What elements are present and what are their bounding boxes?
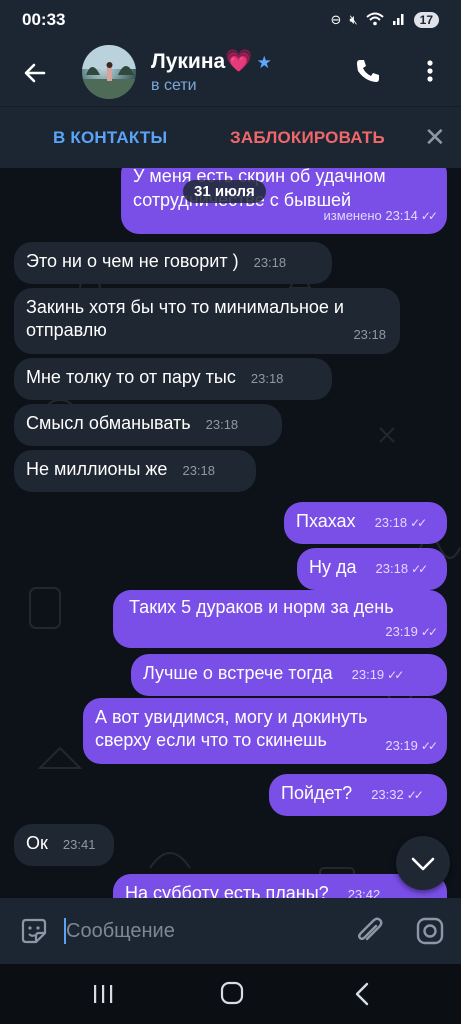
read-checks-icon: ✓✓ [420,209,438,223]
message-time: 23:18 [374,515,408,530]
attach-button[interactable] [352,914,386,948]
heart-emoji: 💗 [225,48,253,73]
contact-name-text: Лукина [151,50,226,73]
message-text: Закинь хотя бы что то минимальное и отпр… [26,297,344,340]
message-meta: 23:19 ✓✓ [385,733,438,758]
battery-indicator: 17 [413,12,439,28]
message-bubble-incoming[interactable]: Закинь хотя бы что то минимальное и отпр… [14,288,400,354]
signal-icon [392,12,406,29]
call-button[interactable] [352,55,384,87]
status-icons: ⊖ 🔇︎ 17 [331,12,439,29]
message-text: Не миллионы же [26,459,168,479]
back-button[interactable] [20,58,50,88]
message-time: 23:19 [351,667,385,682]
close-icon[interactable]: ✕ [424,124,446,150]
message-composer [0,898,461,964]
date-separator: 31 июля [183,180,266,203]
dnd-icon: ⊖ [330,12,342,27]
message-bubble-outgoing[interactable]: Пхахах 23:18 ✓✓ [284,502,447,544]
message-time: 23:18 [182,463,216,478]
recent-apps-button[interactable] [90,982,116,1006]
premium-star-icon: ★ [256,53,272,72]
message-text: Таких 5 дураков и норм за день [129,597,394,617]
read-checks-icon: ✓✓ [420,625,438,639]
message-time: 23:18 [253,255,287,270]
chat-message-list[interactable]: У меня есть скрин об удачном сотрудничес… [0,168,461,898]
message-time: 23:41 [62,837,96,852]
message-time: 23:42 [347,887,381,898]
avatar-image [82,45,136,99]
home-icon [220,981,244,1005]
phone-icon [357,60,379,82]
chevron-down-icon [411,857,435,871]
contact-status: в сети [151,77,197,94]
message-text: А вот увидимся, могу и докинуть сверху е… [95,707,368,750]
message-text: Пойдет? [281,783,353,803]
message-time: 23:19 [385,738,418,753]
message-bubble-outgoing[interactable]: А вот увидимся, могу и докинуть сверху е… [83,698,447,764]
paperclip-icon [358,917,383,941]
read-checks-icon: ✓✓ [410,516,427,530]
message-time: 23:18 [250,371,284,386]
message-time: 23:19 [385,624,418,639]
message-meta: изменено 23:14 ✓✓ [323,203,438,228]
message-text: Ок [26,833,48,853]
more-options-button[interactable] [418,55,442,87]
emoji-sticker-button[interactable] [18,915,50,947]
message-time: 23:18 [353,327,386,342]
add-to-contacts-button[interactable]: В КОНТАКТЫ [53,128,167,148]
home-button[interactable] [220,981,244,1005]
wifi-icon [365,12,384,29]
message-bubble-outgoing[interactable]: Пойдет? 23:32 ✓✓ [269,774,447,816]
message-time: 23:18 [205,417,239,432]
message-text: Мне толку то от пару тыс [26,367,236,387]
message-meta: 23:19 ✓✓ [385,619,438,644]
message-time: 23:32 [371,787,404,802]
read-checks-icon: ✓✓ [411,562,428,576]
message-bubble-incoming[interactable]: Ок 23:41 [14,824,114,866]
message-text: На субботу есть планы? [125,883,329,898]
message-bubble-outgoing[interactable]: Лучше о встрече тогда 23:19 ✓✓ [131,654,447,696]
message-text: Смысл обманывать [26,413,191,433]
message-bubble-outgoing[interactable]: Ну да 23:18 ✓✓ [297,548,447,590]
contact-action-bar: В КОНТАКТЫ ЗАБЛОКИРОВАТЬ ✕ [0,106,461,169]
block-user-button[interactable]: ЗАБЛОКИРОВАТЬ [230,128,385,148]
contact-name[interactable]: Лукина💗 ★ [151,48,272,74]
read-checks-icon: ✓✓ [420,739,438,753]
more-vertical-icon [427,60,433,82]
read-checks-icon: ✓✓ [387,668,404,682]
message-bubble-outgoing[interactable]: Таких 5 дураков и норм за день 23:19 ✓✓ [113,590,447,648]
system-navigation-bar [0,964,461,1024]
message-text: Лучше о встрече тогда [143,663,333,683]
message-input[interactable] [66,916,336,946]
instagram-camera-icon [416,917,444,945]
message-bubble-incoming[interactable]: Смысл обманывать 23:18 [14,404,282,446]
mute-icon: 🔇︎ [349,12,358,27]
chevron-left-icon [355,982,369,1006]
message-text: Пхахах [296,511,356,531]
camera-button[interactable] [414,915,446,947]
message-bubble-incoming[interactable]: Не миллионы же 23:18 [14,450,256,492]
sticker-icon [21,918,47,944]
scroll-to-bottom-button[interactable] [396,836,450,890]
message-text: Это ни о чем не говорит ) [26,251,239,271]
arrow-left-icon [24,63,46,83]
read-checks-icon: ✓✓ [406,788,424,802]
message-time: 23:18 [375,561,409,576]
message-text: Ну да [309,557,357,577]
message-bubble-outgoing[interactable]: У меня есть скрин об удачном сотрудничес… [121,168,447,234]
status-bar: 00:33 ⊖ 🔇︎ 17 [0,0,461,40]
message-bubble-incoming[interactable]: Мне толку то от пару тыс 23:18 [14,358,332,400]
chat-header: Лукина💗 ★ в сети [0,40,461,106]
status-time: 00:33 [22,10,66,29]
contact-avatar[interactable] [82,45,136,99]
recent-apps-icon [94,985,113,1003]
message-time: изменено 23:14 [323,208,418,223]
system-back-button[interactable] [352,981,372,1007]
message-bubble-incoming[interactable]: Это ни о чем не говорит ) 23:18 [14,242,332,284]
